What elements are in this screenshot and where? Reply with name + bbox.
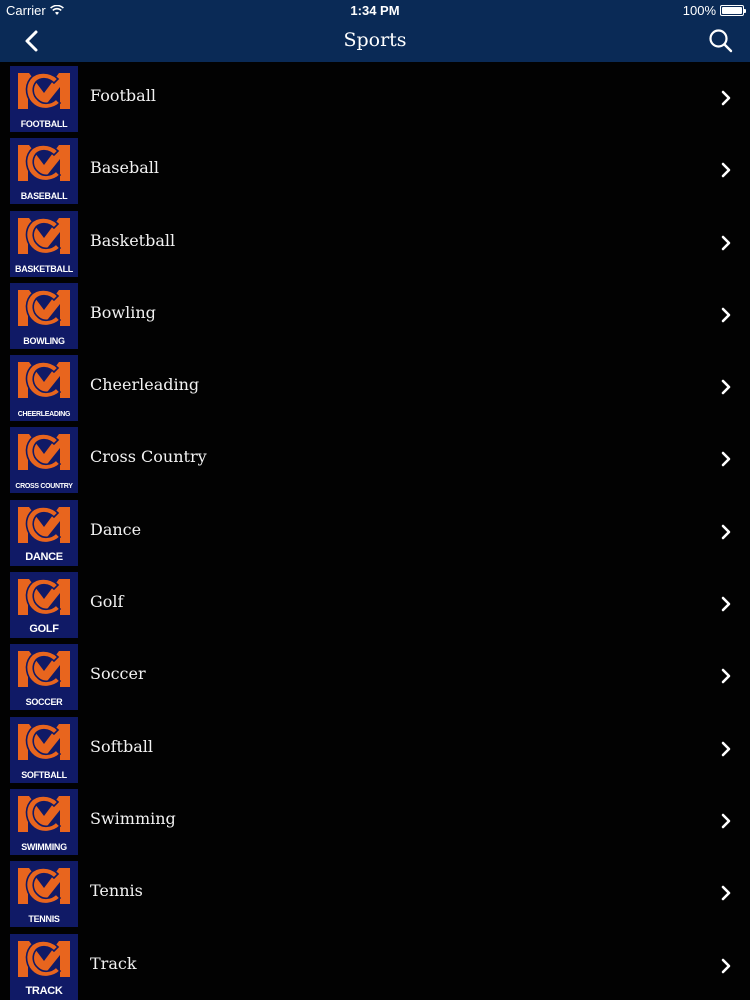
sport-label: Swimming (90, 808, 176, 828)
logo-label: GOLF (29, 623, 59, 636)
team-logo: TENNIS (10, 861, 78, 928)
page-title: Sports (343, 29, 407, 51)
team-logo: BOWLING (10, 282, 78, 349)
team-monogram-icon (18, 433, 70, 471)
team-monogram-icon (18, 144, 70, 182)
logo-label: SOFTBALL (21, 769, 67, 780)
sport-row[interactable]: TENNIS Tennis (0, 857, 750, 930)
sport-label: Tennis (90, 881, 143, 901)
team-monogram-icon (18, 578, 70, 616)
sport-row[interactable]: DANCE Dance (0, 495, 750, 569)
team-logo: SWIMMING (10, 788, 78, 855)
sport-row[interactable]: SWIMMING Swimming (0, 784, 750, 858)
logo-label: SWIMMING (21, 841, 67, 852)
team-logo: SOFTBALL (10, 716, 78, 783)
sport-label: Soccer (90, 664, 146, 684)
battery-percent: 100% (682, 3, 716, 18)
team-logo: BASEBALL (10, 138, 78, 205)
sport-row[interactable]: BASKETBALL Basketball (0, 206, 750, 279)
logo-label: BOWLING (23, 335, 65, 346)
team-monogram-icon (18, 216, 70, 254)
chevron-right-icon (721, 596, 731, 612)
search-button[interactable] (706, 26, 736, 56)
team-monogram-icon (18, 795, 70, 833)
logo-label: SOCCER (25, 697, 63, 708)
team-logo: FOOTBALL (10, 66, 78, 132)
sport-row[interactable]: CHEERLEADING Cheerleading (0, 351, 750, 424)
chevron-right-icon (721, 669, 731, 684)
chevron-right-icon (721, 90, 731, 106)
sport-label: Basketball (90, 230, 176, 250)
chevron-right-icon (721, 524, 731, 540)
sport-row[interactable]: SOCCER Soccer (0, 640, 750, 713)
chevron-right-icon (721, 307, 731, 323)
sport-label: Cross Country (90, 447, 207, 467)
sport-row[interactable]: CROSS COUNTRY Cross Country (0, 423, 750, 496)
logo-label: BASKETBALL (15, 263, 73, 274)
logo-label: TRACK (25, 984, 63, 997)
sport-row[interactable]: TRACK Track (0, 929, 750, 1000)
search-icon (709, 29, 733, 53)
logo-label: BASEBALL (20, 191, 68, 202)
team-logo: GOLF (10, 572, 78, 639)
logo-label: TENNIS (28, 914, 60, 925)
sport-row[interactable]: BOWLING Bowling (0, 278, 750, 352)
logo-label: CHEERLEADING (17, 411, 71, 419)
team-monogram-icon (18, 361, 70, 399)
team-monogram-icon (18, 939, 70, 977)
logo-label: DANCE (25, 550, 63, 563)
sport-label: Cheerleading (90, 375, 200, 395)
sport-label: Baseball (90, 158, 159, 178)
team-logo: SOCCER (10, 644, 78, 711)
sport-label: Golf (90, 592, 124, 612)
chevron-right-icon (721, 379, 731, 395)
team-logo: CROSS COUNTRY (10, 427, 78, 494)
chevron-right-icon (721, 741, 731, 756)
team-monogram-icon (18, 72, 70, 110)
chevron-right-icon (721, 813, 731, 829)
chevron-right-icon (721, 452, 731, 467)
team-logo: BASKETBALL (10, 210, 78, 277)
status-time: 1:34 PM (350, 3, 400, 18)
sport-label: Bowling (90, 302, 156, 322)
status-right: 100% (682, 3, 746, 18)
sport-label: Track (90, 953, 137, 973)
chevron-right-icon (721, 235, 731, 250)
sports-list: FOOTBALL Football BASEBALL Baseball BASKETBA… (0, 62, 750, 1000)
team-monogram-icon (18, 505, 70, 544)
team-logo: DANCE (10, 499, 78, 566)
chevron-right-icon (721, 162, 731, 178)
team-logo: TRACK (10, 933, 78, 1000)
status-bar: Carrier 1:34 PM 100% (0, 0, 750, 20)
team-monogram-icon (18, 650, 70, 688)
logo-label: CROSS COUNTRY (15, 483, 73, 491)
navigation-bar: Sports (0, 20, 750, 62)
team-logo: CHEERLEADING (10, 355, 78, 422)
chevron-right-icon (721, 885, 731, 901)
sport-label: Softball (90, 736, 153, 756)
sport-row[interactable]: FOOTBALL Football (0, 62, 750, 135)
sport-row[interactable]: BASEBALL Baseball (0, 134, 750, 207)
team-monogram-icon (18, 867, 70, 905)
sport-row[interactable]: SOFTBALL Softball (0, 712, 750, 785)
sport-label: Football (90, 86, 156, 105)
battery-icon (720, 5, 746, 16)
sport-label: Dance (90, 519, 142, 539)
team-monogram-icon (18, 289, 70, 327)
sport-row[interactable]: GOLF Golf (0, 568, 750, 641)
chevron-right-icon (721, 958, 731, 973)
team-monogram-icon (18, 722, 70, 761)
logo-label: FOOTBALL (20, 119, 68, 129)
